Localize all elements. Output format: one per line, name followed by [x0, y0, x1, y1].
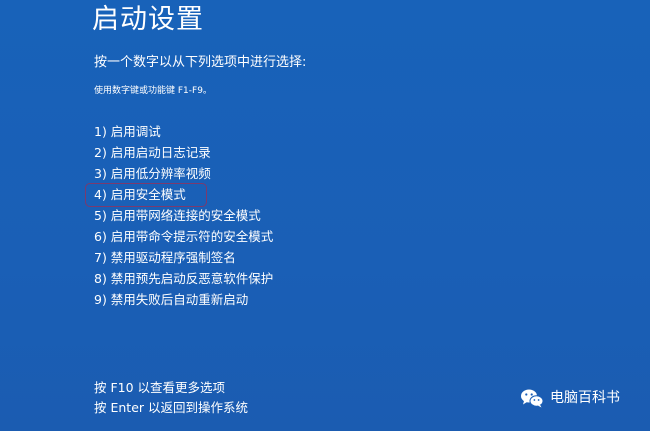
option-enable-safe-mode-command-prompt[interactable]: 6) 启用带命令提示符的安全模式 — [94, 226, 273, 247]
option-disable-driver-signature-enforcement[interactable]: 7) 禁用驱动程序强制签名 — [94, 247, 273, 268]
option-disable-early-launch-antimalware[interactable]: 8) 禁用预先启动反恶意软件保护 — [94, 268, 273, 289]
option-enable-safe-mode[interactable]: 4) 启用安全模式 — [94, 184, 273, 205]
footer-more-options: 按 F10 以查看更多选项 — [94, 380, 226, 395]
hint-text: 使用数字键或功能键 F1-F9。 — [94, 86, 212, 96]
watermark-text: 电脑百科书 — [550, 390, 620, 406]
option-enable-low-resolution-video[interactable]: 3) 启用低分辨率视频 — [94, 163, 273, 184]
wechat-icon — [521, 389, 544, 408]
options-list: 1) 启用调试 2) 启用启动日志记录 3) 启用低分辨率视频 4) 启用安全模… — [94, 121, 273, 310]
startup-settings-screen: 启动设置 按一个数字以从下列选项中进行选择: 使用数字键或功能键 F1-F9。 … — [0, 0, 650, 431]
option-enable-safe-mode-networking[interactable]: 5) 启用带网络连接的安全模式 — [94, 205, 273, 226]
watermark: 电脑百科书 — [520, 386, 620, 410]
footer-return-to-os: 按 Enter 以返回到操作系统 — [94, 400, 248, 415]
option-enable-debugging[interactable]: 1) 启用调试 — [94, 121, 273, 142]
footer-instructions: 按 F10 以查看更多选项 按 Enter 以返回到操作系统 — [94, 378, 248, 418]
option-disable-auto-restart-on-failure[interactable]: 9) 禁用失败后自动重新启动 — [94, 289, 273, 310]
instruction-text: 按一个数字以从下列选项中进行选择: — [94, 55, 307, 70]
page-title: 启动设置 — [92, 4, 204, 35]
option-enable-boot-logging[interactable]: 2) 启用启动日志记录 — [94, 142, 273, 163]
